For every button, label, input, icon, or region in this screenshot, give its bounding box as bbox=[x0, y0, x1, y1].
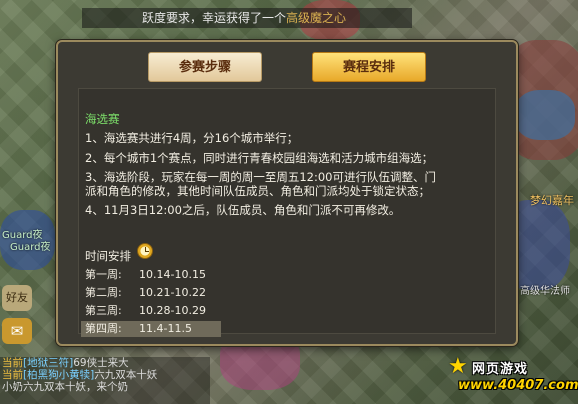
map-sign-label: 梦幻嘉年 bbox=[530, 194, 574, 207]
schedule-title: 时间安排 bbox=[85, 249, 131, 263]
week-label: 第二周: bbox=[85, 286, 122, 299]
rule-item: 4、11月3日12:00之后，队伍成员、角色和门派不可再修改。 bbox=[85, 203, 401, 217]
schedule-row: 第三周: 10.28-10.29 bbox=[81, 303, 221, 319]
chat-line: 当前[柏黑狗小黄犊]六九双本十妖 bbox=[2, 369, 158, 381]
rule-item: 1、海选赛共进行4周，分16个城市举行； bbox=[85, 131, 299, 145]
rule-item: 3、海选阶段，玩家在每一周的周一至周五12:00可进行队伍调整、门派和角色的修改… bbox=[85, 170, 436, 198]
friends-button[interactable]: 好友 bbox=[2, 285, 32, 311]
scenery-roof bbox=[515, 90, 575, 140]
date-range: 10.28-10.29 bbox=[139, 304, 206, 317]
week-label: 第四周: bbox=[85, 322, 122, 335]
date-range: 10.21-10.22 bbox=[139, 286, 206, 299]
watermark-title: 网页游戏 bbox=[472, 362, 529, 377]
date-range: 11.4-11.5 bbox=[139, 322, 192, 335]
week-label: 第一周: bbox=[85, 268, 122, 281]
date-range: 10.14-10.15 bbox=[139, 268, 206, 281]
notice-text: 跃度要求，幸运获得了一个 bbox=[142, 11, 287, 25]
star-icon: ★ bbox=[448, 354, 468, 379]
schedule-content-panel: 海选赛 1、海选赛共进行4周，分16个城市举行； 2、每个城市1个赛点，同时进行… bbox=[78, 88, 496, 337]
tab-match-schedule[interactable]: 赛程安排 bbox=[312, 52, 426, 82]
tab-participation-steps[interactable]: 参赛步骤 bbox=[148, 52, 262, 82]
notice-highlight: 高级魔之心 bbox=[286, 11, 347, 25]
clock-icon bbox=[137, 243, 153, 259]
section-title: 海选赛 bbox=[85, 112, 120, 126]
site-watermark: ★ 网页游戏 www.40407.com bbox=[446, 354, 578, 402]
chat-line: 小奶六九双本十妖，来个奶 bbox=[2, 381, 128, 393]
rule-item: 2、每个城市1个赛点，同时进行青春校园组海选和活力城市组海选； bbox=[85, 151, 434, 165]
watermark-url: www.40407.com bbox=[458, 378, 578, 393]
player-name-tag[interactable]: Guard夜 bbox=[10, 238, 51, 253]
npc-name-label[interactable]: 高级华法师 bbox=[520, 282, 570, 297]
schedule-row-highlighted: 第四周: 11.4-11.5 bbox=[81, 321, 221, 337]
chat-line: 当前[地狱三符]69侠士来大 bbox=[2, 357, 129, 369]
chat-log[interactable]: 当前[地狱三符]69侠士来大 当前[柏黑狗小黄犊]六九双本十妖 小奶六九双本十妖… bbox=[0, 357, 210, 404]
week-label: 第三周: bbox=[85, 304, 122, 317]
chat-bubble-icon[interactable]: ✉ bbox=[2, 318, 32, 344]
schedule-row: 第二周: 10.21-10.22 bbox=[81, 285, 221, 301]
system-notice-banner: 跃度要求，幸运获得了一个高级魔之心 bbox=[82, 8, 412, 28]
schedule-row: 第一周: 10.14-10.15 bbox=[81, 267, 221, 283]
match-schedule-dialog: 参赛步骤 赛程安排 海选赛 1、海选赛共进行4周，分16个城市举行； 2、每个城… bbox=[56, 40, 518, 346]
